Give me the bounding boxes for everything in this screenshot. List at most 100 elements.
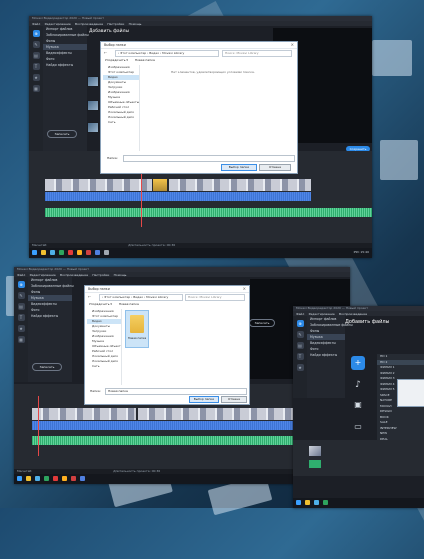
video-track[interactable]: [32, 408, 136, 420]
taskbar-app-icon[interactable]: [71, 475, 76, 481]
taskbar-app-icon[interactable]: [50, 249, 55, 255]
audio-track[interactable]: [45, 192, 311, 201]
text-icon[interactable]: T: [17, 314, 25, 321]
video-track[interactable]: [169, 179, 311, 191]
menu-help[interactable]: Помощь: [129, 22, 142, 27]
organize-button[interactable]: Упорядочить ▾: [105, 58, 128, 62]
taskbar-app-icon[interactable]: [41, 249, 46, 255]
media-thumbnail[interactable]: [87, 76, 99, 87]
screenshot-3: Movavi Видеоредактор 2020 — Новый проект…: [293, 306, 424, 508]
taskbar: [293, 498, 424, 508]
tool-icon-column: ⊕ ✎ ▤ T ★ ▦: [14, 277, 28, 382]
tool-icon-column: ⊕ ✎ ▤ T ★ ▦: [29, 26, 43, 151]
music-note-icon[interactable]: ♪: [351, 378, 365, 392]
taskbar-app-icon[interactable]: [104, 249, 109, 255]
taskbar-app-icon[interactable]: [305, 499, 310, 505]
organize-button[interactable]: Упорядочить ▾: [89, 302, 112, 306]
taskbar-app-icon[interactable]: [323, 499, 328, 505]
music-track[interactable]: [45, 208, 372, 217]
tree-item[interactable]: Сеть: [103, 120, 139, 125]
folder-item-label: Новая папка: [127, 336, 147, 340]
add-media-icon[interactable]: +: [351, 356, 365, 370]
close-icon[interactable]: ×: [243, 286, 246, 292]
select-folder-button[interactable]: Выбор папки: [221, 164, 257, 171]
folder-icon: [130, 315, 144, 333]
taskbar-app-icon[interactable]: [77, 249, 82, 255]
more-tools-icon[interactable]: ▦: [32, 85, 40, 92]
filter-icon[interactable]: ✎: [32, 41, 40, 48]
media-thumbnail[interactable]: [87, 100, 99, 111]
breadcrumb[interactable]: › Этот компьютер › Видео › Movavi Librar…: [115, 50, 219, 57]
filter-icon[interactable]: ✎: [296, 331, 304, 338]
import-icon[interactable]: ⊕: [32, 30, 40, 37]
breadcrumb[interactable]: › Этот компьютер › Видео › Movavi Librar…: [99, 294, 183, 301]
folder-field[interactable]: [123, 155, 295, 162]
back-arrow-icon[interactable]: ←: [88, 294, 91, 299]
taskbar-app-icon[interactable]: [26, 475, 31, 481]
taskbar-app-icon[interactable]: [86, 249, 91, 255]
sidebar-item-find-effects[interactable]: Найди эффекты: [43, 62, 87, 68]
audio-track[interactable]: [32, 421, 296, 430]
sidebar-item-find-effects[interactable]: Найди эффекты: [28, 313, 72, 319]
new-folder-button[interactable]: Новая папка: [119, 302, 139, 306]
media-thumbnail[interactable]: [87, 122, 99, 133]
taskbar-app-icon[interactable]: [68, 249, 73, 255]
music-track[interactable]: [309, 460, 321, 468]
sticker-icon[interactable]: ★: [17, 325, 25, 332]
import-icon[interactable]: ⊕: [296, 320, 304, 327]
back-arrow-icon[interactable]: ←: [104, 50, 107, 55]
transition-icon[interactable]: ▤: [17, 303, 25, 310]
search-input[interactable]: Поиск: Movavi Library: [185, 294, 245, 301]
folder-tree: Изображения Этот компьютер Видео Докумен…: [103, 65, 140, 151]
cancel-button[interactable]: Отмена: [259, 164, 291, 171]
sticker-icon[interactable]: ★: [32, 74, 40, 81]
taskbar-app-icon[interactable]: [35, 475, 40, 481]
import-icon[interactable]: ⊕: [17, 281, 25, 288]
menu-help[interactable]: Помощь: [114, 273, 127, 278]
menu-settings[interactable]: Настройки: [107, 22, 124, 27]
transition-icon[interactable]: ▤: [296, 342, 304, 349]
screen-icon[interactable]: ▭: [351, 420, 365, 434]
playhead[interactable]: [38, 396, 39, 456]
new-folder-button[interactable]: Новая папка: [135, 58, 155, 62]
more-tools-icon[interactable]: ▦: [17, 336, 25, 343]
playhead[interactable]: [141, 167, 142, 227]
media-thumbnail[interactable]: [309, 446, 321, 456]
media-icon[interactable]: ▣: [351, 398, 365, 412]
windows-start-icon[interactable]: [32, 249, 37, 255]
taskbar-app-icon[interactable]: [314, 499, 319, 505]
dialog-title: Выбор папки: [85, 286, 249, 293]
taskbar-app-icon[interactable]: [80, 475, 85, 481]
add-files-title: Добавить файлы: [89, 29, 130, 34]
search-input[interactable]: Поиск: Movavi Library: [222, 50, 292, 57]
transition-icon[interactable]: ▤: [32, 52, 40, 59]
video-track[interactable]: [138, 408, 296, 420]
taskbar-app-icon[interactable]: [59, 249, 64, 255]
text-icon[interactable]: T: [296, 353, 304, 360]
video-track[interactable]: [45, 179, 152, 191]
windows-start-icon[interactable]: [296, 499, 301, 505]
menu-settings[interactable]: Настройки: [92, 273, 109, 278]
text-icon[interactable]: T: [32, 63, 40, 70]
select-folder-dialog: Выбор папки × ← › Этот компьютер › Видео…: [84, 285, 250, 405]
taskbar-app-icon[interactable]: [95, 249, 100, 255]
video-track[interactable]: [153, 179, 167, 191]
taskbar-app-icon[interactable]: [44, 475, 49, 481]
system-tray: РУС 15:40: [354, 248, 369, 256]
sidebar-item-find-effects[interactable]: Найди эффекты: [307, 352, 345, 358]
record-button[interactable]: Записать: [32, 363, 62, 371]
filter-icon[interactable]: ✎: [17, 292, 25, 299]
cancel-button[interactable]: Отмена: [221, 396, 247, 403]
taskbar-app-icon[interactable]: [62, 475, 67, 481]
tree-item[interactable]: Сеть: [87, 364, 121, 369]
taskbar-app-icon[interactable]: [53, 475, 58, 481]
tray-lang: РУС: [353, 250, 360, 254]
close-icon[interactable]: ×: [291, 42, 294, 48]
record-button[interactable]: Записать: [47, 130, 77, 138]
new-folder-item[interactable]: Новая папка: [125, 310, 149, 348]
side-action-button[interactable]: Записать: [249, 319, 275, 327]
folder-field[interactable]: Новая папка: [105, 388, 247, 395]
select-folder-button[interactable]: Выбор папки: [189, 396, 219, 403]
sticker-icon[interactable]: ★: [296, 364, 304, 371]
windows-start-icon[interactable]: [17, 475, 22, 481]
